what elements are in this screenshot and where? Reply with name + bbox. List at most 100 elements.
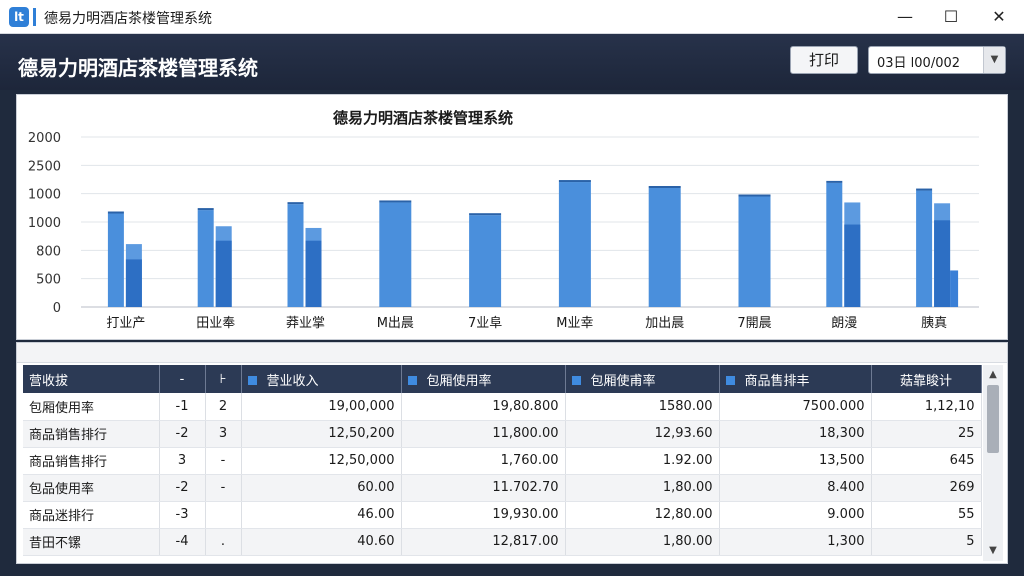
bar-chart: 德易力明酒店茶楼管理系统 2000 2500 1000 1000 800 500 0 打业产 田业… (28, 109, 979, 331)
table-cell: 5 (871, 528, 982, 556)
table-row[interactable]: 包品使用率 -2-60.00 11.702.70 1,80.00 8.400 269 (23, 474, 982, 502)
series-square-icon (407, 375, 417, 385)
table-cell: -3 (159, 501, 206, 529)
column-header[interactable]: 包厢使甫率 (565, 365, 720, 393)
print-button[interactable]: 打印 (790, 46, 858, 74)
table-cell: -2 (159, 420, 206, 448)
table-cell: 55 (871, 501, 982, 529)
close-icon[interactable]: ✕ (976, 0, 1022, 34)
bar (934, 220, 951, 307)
table-cell: 商品迷排行 (23, 501, 160, 529)
table-cell (205, 501, 242, 529)
table-cell: 11,800.00 (401, 420, 566, 448)
table-cell: . (205, 528, 242, 556)
series-square-icon (571, 375, 581, 385)
column-header-label: 营业收入 (266, 373, 319, 389)
table-cell: 1.92.00 (565, 447, 720, 475)
grid-strip (17, 343, 1007, 363)
bar (826, 182, 843, 307)
bar-cap (197, 208, 214, 211)
app-accent-bar (33, 8, 36, 26)
table-cell: 11.702.70 (401, 474, 566, 502)
table-row[interactable]: 商品销售排行 3-12,50,000 1,760.00 1.92.00 13,500 64… (23, 447, 982, 475)
table-cell: -2 (159, 474, 206, 502)
bar (558, 182, 591, 307)
bar (844, 224, 861, 307)
y-tick-label: 1000 (28, 216, 61, 231)
scroll-down-icon[interactable]: ▼ (983, 543, 1003, 559)
chevron-down-icon[interactable]: ▼ (983, 47, 1005, 73)
column-header-label: - (179, 371, 185, 387)
bar (648, 188, 681, 307)
vertical-scrollbar[interactable]: ▲ ▼ (983, 365, 1003, 561)
x-tick-label: 7业阜 (468, 315, 502, 331)
table-row[interactable]: 商品销售排行 -2 3 12,50,200 11,800.00 12,93.60 18,30… (23, 420, 982, 448)
column-header-label: 包厢使用率 (426, 373, 492, 389)
column-header[interactable]: 商品售排丰 (719, 365, 872, 393)
table-cell: 包厢使用率 (23, 393, 160, 421)
column-header[interactable]: ⊦ (205, 365, 242, 393)
maximize-icon[interactable]: ☐ (928, 0, 974, 34)
page-title: 德易力明酒店茶楼管理系统 (18, 56, 258, 80)
bar (215, 240, 232, 307)
app-header: 德易力明酒店茶楼管理系统 打印 03日 l00/002 ▼ (0, 34, 1024, 90)
table-cell: 12,817.00 (401, 528, 566, 556)
column-header-label: 包厢使甫率 (590, 373, 656, 389)
table-cell: 商品销售排行 (23, 420, 160, 448)
table-cell: 1,80.00 (565, 474, 720, 502)
bar-cap (916, 188, 933, 191)
table-cell: 19,930.00 (401, 501, 566, 529)
column-header[interactable]: 包厢使用率 (401, 365, 566, 393)
table-cell: 25 (871, 420, 982, 448)
table-header-row: 营收拔 - ⊦ 营业收入 包厢使用率 包厢使甫率 商品售排丰 菇靠睃计 (23, 365, 982, 393)
column-header-label: 菇靠睃计 (899, 373, 952, 389)
chart-panel: 德易力明酒店茶楼管理系统 2000 2500 1000 1000 800 500 0 打业产 田业… (16, 94, 1008, 340)
table-row[interactable]: 包厢使用率 -1 2 19,00,000 19,80.800 1580.00 7500.00… (23, 393, 982, 421)
bar (305, 240, 322, 307)
x-tick-label: 7開晨 (737, 316, 771, 331)
table-row[interactable]: 商品迷排行 -3 46.00 19,930.00 12,80.00 9.000 55 (23, 501, 982, 529)
window-title: 德易力明酒店茶楼管理系统 (44, 11, 212, 27)
bar-cap (287, 202, 304, 205)
x-tick-label: 打业产 (106, 316, 145, 331)
x-tick-label: 胰真 (921, 316, 947, 331)
column-header-label: 营收拔 (29, 373, 69, 389)
table-cell: 19,80.800 (401, 393, 566, 421)
table-cell: 12,50,200 (241, 420, 402, 448)
scroll-thumb[interactable] (987, 385, 999, 453)
date-select[interactable]: 03日 l00/002 ▼ (868, 46, 1006, 74)
scroll-up-icon[interactable]: ▲ (983, 367, 1003, 383)
x-tick-label: 朗漫 (831, 316, 857, 331)
bar (287, 204, 304, 307)
bar-cap (107, 211, 124, 214)
column-header[interactable]: - (159, 365, 206, 393)
table-cell: 9.000 (719, 501, 872, 529)
data-table: 营收拔 - ⊦ 营业收入 包厢使用率 包厢使甫率 商品售排丰 菇靠睃计 包厢使用率 -1 2 19,… (23, 365, 982, 556)
column-header[interactable]: 营业收入 (241, 365, 402, 393)
table-cell: 18,300 (719, 420, 872, 448)
bar (379, 202, 412, 307)
app-icon: lt (9, 7, 29, 27)
window-titlebar: lt 德易力明酒店茶楼管理系统 — ☐ ✕ (0, 0, 1024, 34)
bar-cap (469, 213, 502, 216)
series-square-icon (725, 375, 735, 385)
table-cell: 12,80.00 (565, 501, 720, 529)
bar (107, 213, 124, 307)
date-value: 03日 l00/002 (877, 56, 961, 71)
table-cell: 昔田不镙 (23, 528, 160, 556)
bar (197, 210, 214, 307)
column-header[interactable]: 营收拔 (23, 365, 160, 393)
table-cell: 12,50,000 (241, 447, 402, 475)
chart-title: 德易力明酒店茶楼管理系统 (333, 109, 513, 127)
table-cell: 1580.00 (565, 393, 720, 421)
table-cell: 46.00 (241, 501, 402, 529)
table-cell: 1,760.00 (401, 447, 566, 475)
table-cell: 8.400 (719, 474, 872, 502)
y-tick-label: 2000 (28, 131, 61, 146)
column-header-label: ⊦ (219, 371, 227, 387)
minimize-icon[interactable]: — (882, 0, 928, 34)
table-cell: 3 (205, 420, 242, 448)
table-row[interactable]: 昔田不镙 -4. 40.60 12,817.00 1,80.00 1,300 5 (23, 528, 982, 556)
column-header[interactable]: 菇靠睃计 (871, 365, 982, 393)
table-cell: 2 (205, 393, 242, 421)
